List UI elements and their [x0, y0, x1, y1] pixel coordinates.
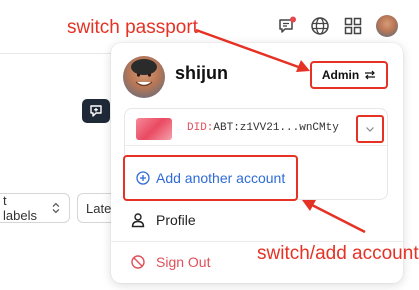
comment-plus-icon: [90, 105, 102, 117]
profile-menu-item[interactable]: Profile: [130, 212, 196, 228]
card-divider: [124, 145, 388, 146]
did-prefix: DID:: [187, 122, 214, 134]
sort-updown-icon: [52, 202, 60, 214]
notification-icon: [279, 16, 296, 33]
labels-select-value: t labels: [3, 193, 37, 223]
notification-button[interactable]: [276, 15, 298, 37]
header-divider: [0, 53, 112, 54]
user-avatar-button[interactable]: [376, 15, 398, 37]
did-wallet-thumbnail: [136, 118, 172, 140]
add-comment-button[interactable]: [82, 99, 110, 123]
chevron-down-icon: [366, 127, 374, 132]
user-icon: [131, 213, 145, 228]
globe-icon: [311, 17, 329, 35]
role-label: Admin: [321, 68, 360, 82]
sort-select-value: Late: [86, 200, 112, 216]
profile-label: Profile: [156, 212, 196, 228]
language-button[interactable]: [309, 15, 331, 37]
sign-out-menu-item[interactable]: Sign Out: [130, 254, 210, 270]
did-address: DID:ABT:z1VV21...wnCMty: [187, 122, 339, 134]
swap-arrows-icon: [365, 70, 376, 80]
sign-out-label: Sign Out: [156, 254, 211, 270]
switch-add-account-annotation: switch/add account: [257, 243, 419, 264]
labels-select[interactable]: t labels: [0, 193, 70, 223]
username: shijun: [175, 63, 228, 83]
switch-account-dropdown[interactable]: [356, 115, 384, 143]
switch-passport-annotation: switch passport: [67, 17, 198, 38]
did-value: ABT:z1VV21...wnCMty: [213, 122, 339, 134]
switch-passport-button[interactable]: Admin: [310, 61, 388, 89]
apps-grid-icon: [344, 17, 362, 35]
apps-button[interactable]: [342, 15, 364, 37]
sign-out-icon: [131, 255, 145, 269]
add-account-label: Add another account: [156, 170, 286, 186]
face-icon: [131, 59, 157, 87]
add-another-account-button[interactable]: Add another account: [123, 155, 298, 201]
plus-circle-icon: [136, 171, 150, 185]
menu-divider: [111, 241, 403, 242]
avatar: [123, 56, 165, 98]
